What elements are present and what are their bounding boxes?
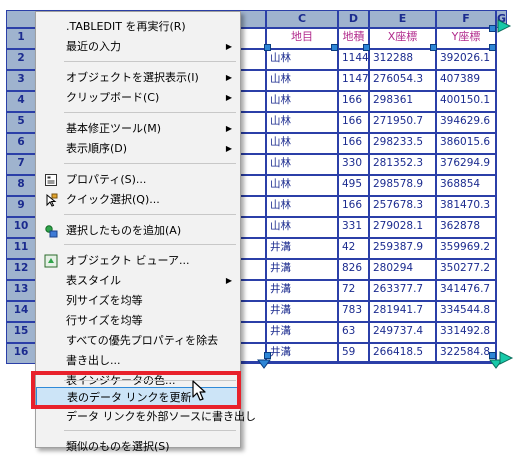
- row-number-header[interactable]: 5: [6, 112, 36, 133]
- grip-handle[interactable]: [331, 44, 338, 51]
- grip-handle[interactable]: [363, 44, 370, 51]
- menu-item-label: プロパティ(S)...: [66, 173, 147, 186]
- menu-separator: [64, 163, 236, 164]
- menu-separator: [64, 61, 236, 62]
- row-number-header[interactable]: 3: [6, 70, 36, 91]
- grip-handle[interactable]: [264, 352, 271, 359]
- row-number-header[interactable]: 9: [6, 196, 36, 217]
- menu-item[interactable]: .TABLEDIT を再実行(R): [36, 17, 240, 37]
- menu-item-label: オブジェクト ビューア...: [66, 254, 190, 267]
- menu-item-label: 表スタイル: [66, 274, 121, 287]
- menu-item-label: 表示順序(D): [66, 142, 128, 155]
- menu-item[interactable]: プロパティ(S)...: [36, 170, 240, 190]
- table-corner-header: [6, 10, 36, 28]
- menu-item-label: クイック選択(Q)...: [66, 193, 160, 206]
- menu-item[interactable]: 表示順序(D) ▶: [36, 139, 240, 159]
- menu-item-label: すべての優先プロパティを除去: [66, 334, 219, 347]
- row-number-header[interactable]: 15: [6, 322, 36, 343]
- highlight-annotation-box: [31, 371, 241, 409]
- properties-icon: [44, 173, 58, 187]
- menu-item-label: 選択したものを追加(A): [66, 224, 182, 237]
- row-number-header[interactable]: 11: [6, 238, 36, 259]
- row-number-header[interactable]: 2: [6, 49, 36, 70]
- menu-item-label: .TABLEDIT を再実行(R): [66, 20, 186, 33]
- menu-separator: [64, 430, 236, 431]
- menu-item-label: オブジェクトを選択表示(I): [66, 71, 199, 84]
- menu-item-label: 最近の入力: [66, 40, 121, 53]
- menu-separator: [64, 244, 236, 245]
- menu-item-label: 類似のものを選択(S): [66, 440, 170, 453]
- menu-item[interactable]: 最近の入力 ▶: [36, 37, 240, 57]
- row-number-header[interactable]: 16: [6, 343, 36, 364]
- submenu-arrow-icon: ▶: [225, 73, 232, 82]
- column-header[interactable]: E: [369, 10, 436, 28]
- submenu-arrow-icon: ▶: [225, 124, 232, 133]
- menu-item[interactable]: 表スタイル ▶: [36, 271, 240, 291]
- column-header[interactable]: D: [338, 10, 369, 28]
- add-selected-icon: [44, 224, 58, 238]
- grip-handle[interactable]: [430, 44, 437, 51]
- menu-item[interactable]: 書き出し...: [36, 351, 240, 371]
- row-number-header[interactable]: 8: [6, 175, 36, 196]
- quick-select-icon: [44, 193, 58, 207]
- grip-handle[interactable]: [489, 352, 496, 359]
- row-number-header[interactable]: 4: [6, 91, 36, 112]
- mouse-cursor-icon: [192, 380, 206, 401]
- row-number-header[interactable]: 14: [6, 301, 36, 322]
- menu-item[interactable]: クイック選択(Q)...: [36, 190, 240, 210]
- menu-item-label: 行サイズを均等: [66, 314, 143, 327]
- column-header[interactable]: G: [496, 10, 508, 28]
- menu-item-label: 列サイズを均等: [66, 294, 143, 307]
- menu-item[interactable]: オブジェクト ビューア...: [36, 251, 240, 271]
- grip-handle[interactable]: [489, 25, 496, 32]
- menu-item-label: データ リンクを外部ソースに書き出し: [66, 410, 256, 423]
- menu-item[interactable]: データ リンクを外部ソースに書き出し: [36, 407, 256, 427]
- column-header[interactable]: C: [266, 10, 338, 28]
- table-width-grip: [499, 351, 514, 365]
- row-number-header[interactable]: 13: [6, 280, 36, 301]
- row-number-header[interactable]: 10: [6, 217, 36, 238]
- submenu-arrow-icon: ▶: [225, 42, 232, 51]
- grip-handle[interactable]: [264, 44, 271, 51]
- menu-item[interactable]: 類似のものを選択(S): [36, 437, 240, 457]
- submenu-arrow-icon: ▶: [225, 93, 232, 102]
- menu-item[interactable]: クリップボード(C) ▶: [36, 88, 240, 108]
- menu-separator: [64, 112, 236, 113]
- menu-separator: [64, 214, 236, 215]
- object-viewer-icon: [44, 254, 58, 268]
- menu-item[interactable]: 選択したものを追加(A): [36, 221, 240, 241]
- grip-handle[interactable]: [489, 44, 496, 51]
- submenu-arrow-icon: ▶: [225, 276, 232, 285]
- menu-item[interactable]: 行サイズを均等: [36, 311, 240, 331]
- menu-item[interactable]: すべての優先プロパティを除去: [36, 331, 240, 351]
- submenu-arrow-icon: ▶: [225, 144, 232, 153]
- column-header[interactable]: F: [436, 10, 496, 28]
- menu-item-label: 基本修正ツール(M): [66, 122, 162, 135]
- menu-item[interactable]: 列サイズを均等: [36, 291, 240, 311]
- row-number-header[interactable]: 7: [6, 154, 36, 175]
- menu-item[interactable]: オブジェクトを選択表示(I) ▶: [36, 68, 240, 88]
- menu-item-label: クリップボード(C): [66, 91, 160, 104]
- row-number-header[interactable]: 1: [6, 28, 36, 49]
- menu-item[interactable]: 基本修正ツール(M) ▶: [36, 119, 240, 139]
- row-number-header[interactable]: 12: [6, 259, 36, 280]
- menu-item-label: 書き出し...: [66, 354, 121, 367]
- row-number-header[interactable]: 6: [6, 133, 36, 154]
